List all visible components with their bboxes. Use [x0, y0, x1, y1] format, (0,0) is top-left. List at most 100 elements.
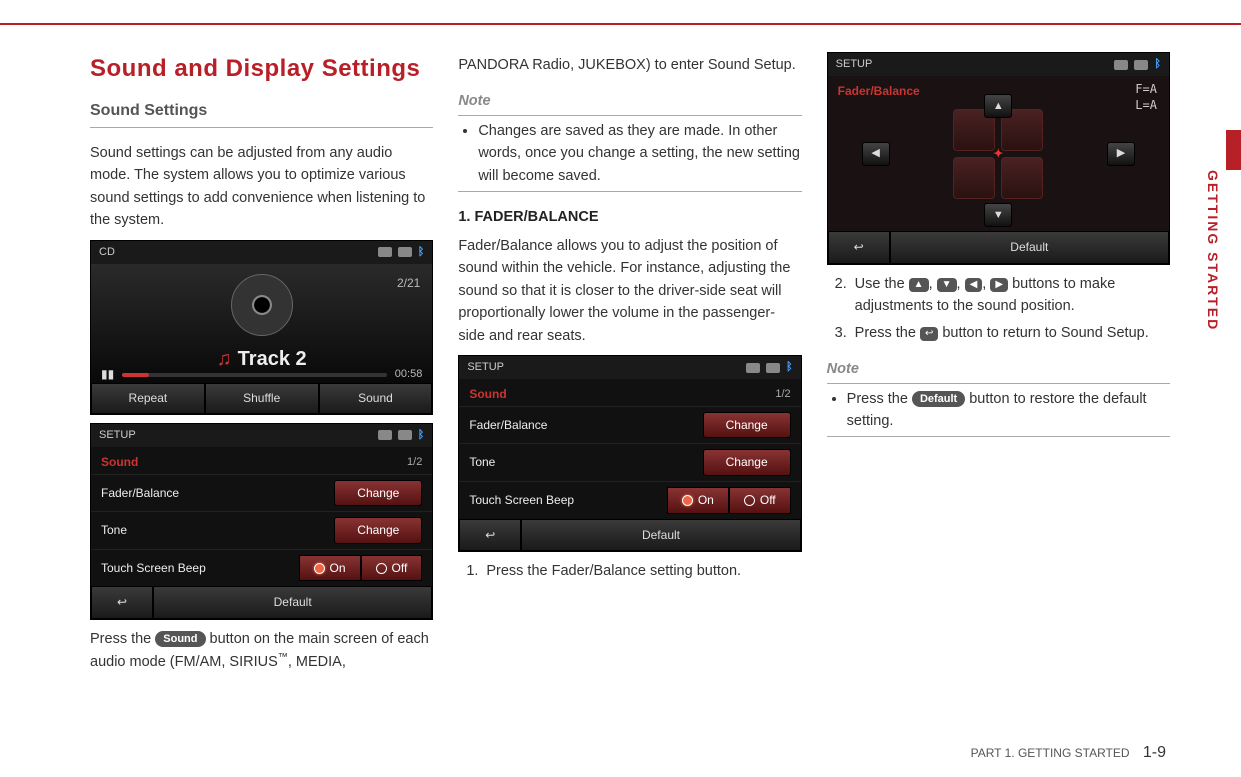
text-part: Press the [90, 631, 155, 647]
bluetooth-icon: ᛒ [1154, 56, 1161, 73]
radio-on-icon [682, 495, 693, 506]
on-label: On [330, 559, 346, 578]
tm-symbol: ™ [278, 652, 288, 663]
tone-change-button[interactable]: Change [703, 449, 791, 476]
setup-title: SETUP [836, 56, 873, 73]
up-arrow-icon: ▲ [909, 278, 929, 292]
column-3: SETUP ᛒ Fader/Balance F=A L=A [827, 50, 1170, 730]
fa-value: F=A [1135, 82, 1157, 98]
repeat-button[interactable]: Repeat [91, 383, 205, 414]
text-part: Use the [855, 276, 909, 292]
step-text: Press the ↩ button to return to Sound Se… [855, 322, 1149, 344]
beep-on-button[interactable]: On [299, 555, 361, 582]
dpad-right-button[interactable]: ▶ [1107, 142, 1135, 166]
progress-bar[interactable] [122, 373, 387, 377]
radio-on-icon [314, 563, 325, 574]
sound-setup-screen-2: SETUP ᛒ Sound 1/2 Fader/Balance Change T… [458, 355, 801, 552]
step-number: 2. [835, 273, 849, 318]
fader-change-button[interactable]: Change [703, 412, 791, 439]
col2-continue: PANDORA Radio, JUKEBOX) to enter Sound S… [458, 54, 801, 76]
step-2: 2. Use the ▲, ▼, ◀, ▶ buttons to make ad… [835, 273, 1170, 318]
bluetooth-icon: ᛒ [786, 359, 793, 376]
text-part: Press the [847, 391, 912, 407]
battery-icon [766, 363, 780, 373]
step-3: 3. Press the ↩ button to return to Sound… [835, 322, 1170, 344]
page-title: Sound and Display Settings [90, 50, 433, 87]
tone-label: Tone [469, 453, 495, 472]
track-count: 2/21 [397, 274, 420, 293]
press-sound-text: Press the Sound button on the main scree… [90, 628, 433, 674]
back-button[interactable]: ↩ [828, 231, 890, 264]
cd-mode-label: CD [99, 244, 115, 261]
section-heading: Sound Settings [90, 99, 433, 128]
tone-change-button[interactable]: Change [334, 517, 422, 544]
sound-button[interactable]: Sound [319, 383, 433, 414]
tone-label: Tone [101, 521, 127, 540]
dpad-down-button[interactable]: ▼ [984, 203, 1012, 227]
battery-icon [398, 247, 412, 257]
disc-icon [231, 274, 293, 336]
setup-page: 1/2 [407, 454, 422, 471]
shuffle-button[interactable]: Shuffle [205, 383, 319, 414]
side-label: GETTING STARTED [1205, 170, 1221, 331]
back-button[interactable]: ↩ [91, 586, 153, 619]
setup-section: Sound [101, 453, 138, 472]
dpad-left-button[interactable]: ◀ [862, 142, 890, 166]
off-label: Off [392, 559, 408, 578]
down-arrow-icon: ▼ [937, 278, 957, 292]
side-tab [1226, 130, 1241, 170]
fader-body-text: Fader/Balance allows you to adjust the p… [458, 235, 801, 347]
battery-icon [1134, 60, 1148, 70]
fader-heading: 1. FADER/BALANCE [458, 206, 801, 228]
fader-balance-label: Fader/Balance [469, 416, 547, 435]
on-label: On [698, 491, 714, 510]
column-1: Sound and Display Settings Sound Setting… [90, 50, 433, 730]
beep-label: Touch Screen Beep [101, 559, 206, 578]
fader-balance-screen: SETUP ᛒ Fader/Balance F=A L=A [827, 52, 1170, 265]
default-button[interactable]: Default [153, 586, 432, 619]
note-end-rule [827, 436, 1170, 437]
note-heading: Note [827, 358, 1170, 383]
signal-icon [378, 247, 392, 257]
seat-rl [953, 157, 995, 199]
la-value: L=A [1135, 98, 1157, 114]
back-arrow-icon: ↩ [920, 327, 938, 341]
note-item: Press the Default button to restore the … [847, 388, 1170, 433]
page-content: Sound and Display Settings Sound Setting… [90, 50, 1170, 730]
top-divider [0, 23, 1241, 25]
step-1: 1. Press the Fader/Balance setting butto… [466, 560, 801, 582]
bluetooth-icon: ᛒ [418, 427, 425, 444]
default-button[interactable]: Default [890, 231, 1169, 264]
step-text: Use the ▲, ▼, ◀, ▶ buttons to make adjus… [855, 273, 1170, 318]
cd-player-screen: CD ᛒ 2/21 ♫Track 2 ▮▮ 00:58 [90, 240, 433, 415]
back-button[interactable]: ↩ [459, 519, 521, 552]
setup-section: Sound [469, 385, 506, 404]
page-footer: PART 1. GETTING STARTED 1-9 [971, 744, 1166, 762]
signal-icon [378, 430, 392, 440]
beep-on-button[interactable]: On [667, 487, 729, 514]
off-label: Off [760, 491, 776, 510]
column-2: PANDORA Radio, JUKEBOX) to enter Sound S… [458, 50, 801, 730]
setup-title: SETUP [99, 427, 136, 444]
radio-off-icon [376, 563, 387, 574]
default-chip: Default [912, 391, 965, 407]
page-number: 1-9 [1143, 744, 1166, 761]
elapsed-time: 00:58 [395, 366, 423, 383]
left-arrow-icon: ◀ [965, 278, 983, 292]
setup-titlebar: SETUP ᛒ [459, 356, 800, 379]
position-indicator-icon: ✦ [993, 144, 1003, 163]
default-button[interactable]: Default [521, 519, 800, 552]
radio-off-icon [744, 495, 755, 506]
text-part: button to return to Sound Setup. [938, 325, 1148, 341]
pause-icon[interactable]: ▮▮ [101, 365, 114, 384]
fader-titlebar: SETUP ᛒ [828, 53, 1169, 76]
seat-rr [1001, 157, 1043, 199]
beep-off-button[interactable]: Off [361, 555, 423, 582]
fader-change-button[interactable]: Change [334, 480, 422, 507]
text-part: Press the [855, 325, 920, 341]
dpad-up-button[interactable]: ▲ [984, 94, 1012, 118]
fader-balance-label: Fader/Balance [101, 484, 179, 503]
setup-titlebar: SETUP ᛒ [91, 424, 432, 447]
beep-off-button[interactable]: Off [729, 487, 791, 514]
step-number: 3. [835, 322, 849, 344]
